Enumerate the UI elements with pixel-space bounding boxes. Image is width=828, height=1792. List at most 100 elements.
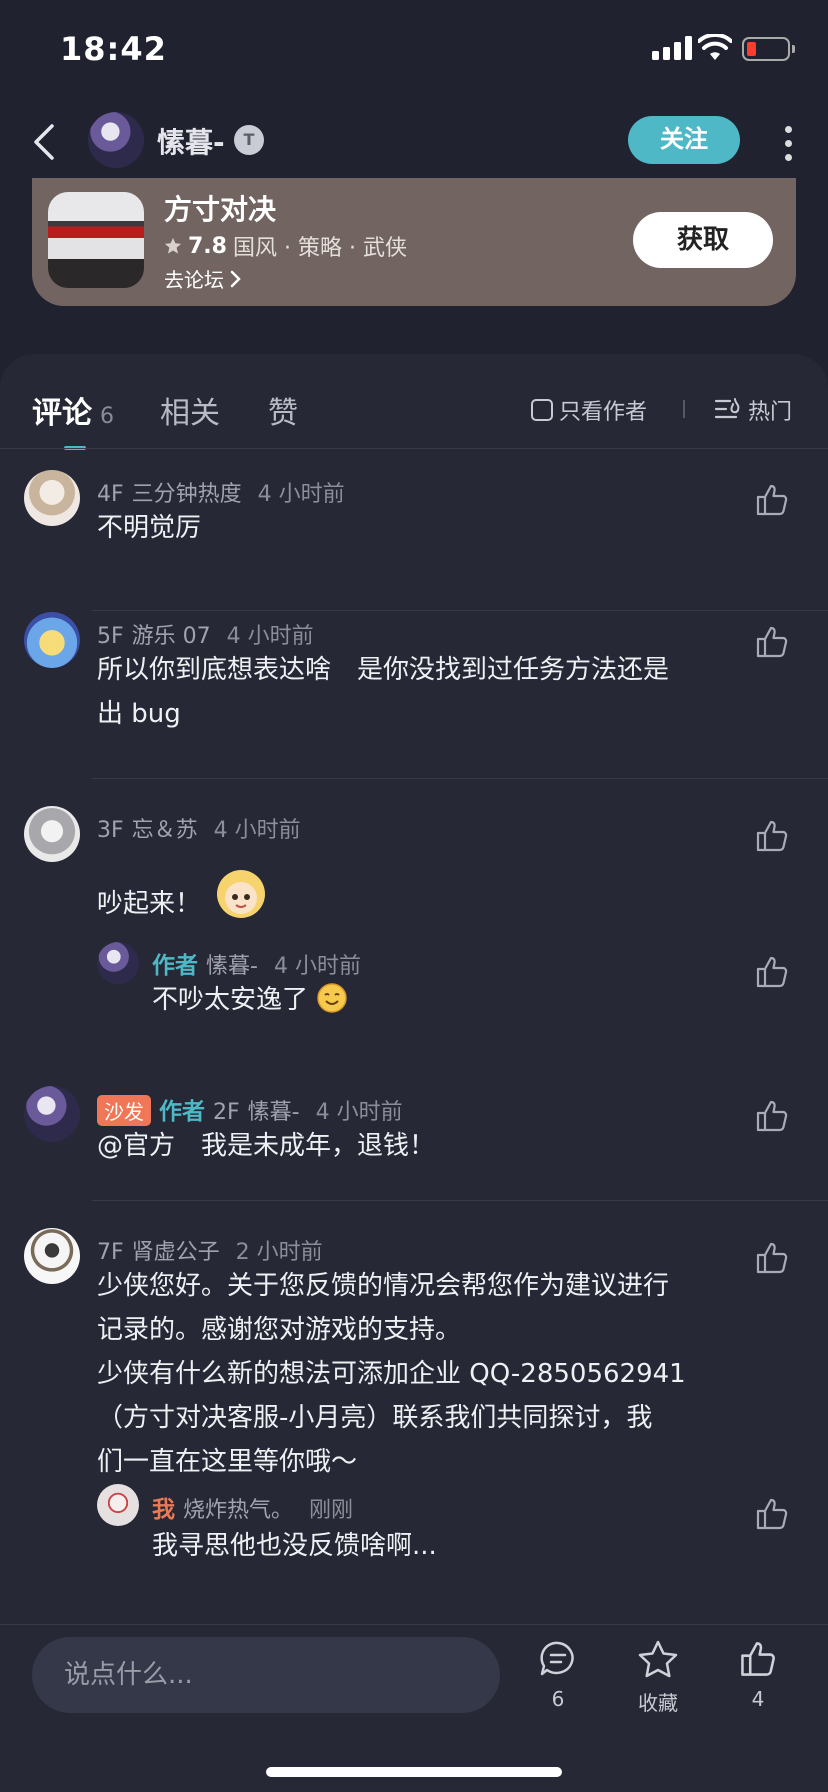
comment-bubble-icon — [540, 1641, 574, 1676]
comment-text-line: 少侠您好。关于您反馈的情况会帮您作为建议进行 — [97, 1271, 670, 1301]
like-icon[interactable] — [754, 954, 790, 990]
author-avatar[interactable] — [88, 112, 144, 168]
comment-text: 所以你到底想表达啥 是你没找到过任务方法还是 出 bug — [97, 648, 669, 736]
post-header: 愫暮- T 关注 — [0, 100, 828, 182]
comment-text-line: 出 bug — [97, 699, 181, 729]
follow-button[interactable]: 关注 — [628, 116, 740, 164]
comment-header: 7F 肾虚公子 2 小时前 — [97, 1234, 323, 1266]
reply-user[interactable]: 愫暮- — [206, 954, 258, 979]
commenter-avatar[interactable] — [24, 612, 80, 668]
comment-text: @官方 我是未成年，退钱！ — [97, 1131, 436, 1161]
reply-text: 我寻思他也没反馈啥啊... — [152, 1531, 437, 1561]
like-post-button[interactable]: 4 — [718, 1639, 798, 1711]
commenter-avatar[interactable] — [24, 1228, 80, 1284]
smile-emoji-icon — [317, 983, 348, 1013]
sofa-badge: 沙发 — [97, 1095, 151, 1126]
tab-comments[interactable]: 评论 6 — [32, 388, 114, 432]
reply-user[interactable]: 烧炸热气。 — [183, 1498, 293, 1523]
like-icon[interactable] — [754, 482, 790, 518]
reply-avatar[interactable] — [97, 942, 139, 984]
checkbox-icon[interactable] — [531, 399, 553, 421]
game-meta: 7.8 国风 · 策略 · 武侠 — [164, 230, 407, 262]
sort-hot-button[interactable]: 热门 — [714, 394, 792, 426]
reply-avatar[interactable] — [97, 1484, 139, 1526]
chevron-right-icon — [230, 270, 241, 287]
reply-time: 刚刚 — [309, 1498, 354, 1523]
comment-time: 4 小时前 — [213, 818, 301, 843]
only-author-toggle[interactable]: 只看作者 — [531, 394, 647, 426]
level-badge-icon: T — [234, 125, 264, 155]
like-icon[interactable] — [754, 624, 790, 660]
comment-divider — [92, 778, 828, 779]
comments-panel: 评论 6 相关 赞 只看作者 热门 4F 三分钟热度 4 小时前 不明觉厉 5F… — [0, 354, 828, 1624]
comment-text-line: （方寸对决客服-小月亮）联系我们共同探讨，我 — [97, 1403, 653, 1433]
comment-time: 4 小时前 — [257, 482, 345, 507]
sticker-icon — [217, 870, 265, 918]
reply-header: 我烧炸热气。 刚刚 — [152, 1490, 353, 1524]
commenter-avatar[interactable] — [24, 470, 80, 526]
comment-header: 3F 忘＆苏 4 小时前 — [97, 812, 301, 844]
reply-text-content: 不吵太安逸了 — [152, 985, 309, 1015]
floor-number: 3F — [97, 818, 124, 843]
commenter-avatar[interactable] — [24, 806, 80, 862]
status-time: 18:42 — [60, 30, 167, 68]
commenter-avatar[interactable] — [24, 1086, 80, 1142]
game-tags: 国风 · 策略 · 武侠 — [232, 236, 407, 261]
comment-text-line: 们一直在这里等你哦～ — [97, 1447, 358, 1477]
game-card[interactable]: 方寸对决 7.8 国风 · 策略 · 武侠 去论坛 获取 — [32, 178, 796, 306]
me-tag: 我 — [152, 1497, 175, 1523]
more-options-icon[interactable] — [778, 122, 798, 162]
comment-text-line: 所以你到底想表达啥 是你没找到过任务方法还是 — [97, 655, 670, 685]
author-name[interactable]: 愫暮- — [157, 121, 225, 161]
comment-header: 4F 三分钟热度 4 小时前 — [97, 476, 345, 508]
back-icon[interactable] — [28, 120, 68, 164]
comment-text: 不明觉厉 — [97, 513, 202, 543]
get-game-button[interactable]: 获取 — [633, 212, 773, 268]
comment-time: 4 小时前 — [315, 1100, 403, 1125]
tab-related[interactable]: 相关 — [160, 388, 220, 432]
like-icon[interactable] — [754, 1496, 790, 1532]
floor-number: 2F — [213, 1100, 240, 1125]
star-icon — [164, 237, 182, 254]
reply-header: 作者 愫暮- 4 小时前 — [152, 946, 361, 980]
status-bar: 18:42 — [0, 0, 828, 100]
battery-icon — [742, 37, 795, 61]
comment-header: 沙发 作者 2F 愫暮- 4 小时前 — [97, 1092, 403, 1126]
commenter-name[interactable]: 忘＆苏 — [132, 818, 198, 843]
forum-link[interactable]: 去论坛 — [164, 264, 242, 293]
floor-number: 4F — [97, 482, 124, 507]
comment-header: 5F 游乐 07 4 小时前 — [97, 618, 314, 650]
game-score: 7.8 — [188, 233, 227, 259]
favorite-button[interactable]: 收藏 — [618, 1639, 698, 1716]
like-icon[interactable] — [754, 1098, 790, 1134]
floor-number: 7F — [97, 1240, 124, 1265]
comment-text: 少侠您好。关于您反馈的情况会帮您作为建议进行 记录的。感谢您对游戏的支持。 少侠… — [97, 1264, 686, 1484]
commenter-name[interactable]: 游乐 07 — [132, 624, 211, 649]
like-count: 4 — [751, 1687, 765, 1711]
commenter-name[interactable]: 三分钟热度 — [132, 482, 242, 507]
forum-link-label: 去论坛 — [164, 268, 224, 292]
floor-number: 5F — [97, 624, 124, 649]
favorite-label: 收藏 — [638, 1691, 678, 1715]
signal-icon — [652, 36, 692, 60]
like-icon[interactable] — [754, 1240, 790, 1276]
commenter-name[interactable]: 肾虚公子 — [132, 1240, 220, 1265]
thumbs-up-icon — [741, 1642, 775, 1676]
game-name: 方寸对决 — [164, 193, 277, 226]
wifi-icon — [698, 34, 732, 60]
comment-divider — [92, 610, 828, 611]
author-tag: 作者 — [152, 953, 198, 979]
tab-likes[interactable]: 赞 — [268, 388, 298, 432]
commenter-name[interactable]: 愫暮- — [248, 1100, 300, 1125]
comments-count-button[interactable]: 6 — [518, 1639, 598, 1711]
comment-time: 2 小时前 — [235, 1240, 323, 1265]
comment-divider — [92, 1200, 828, 1201]
only-author-label: 只看作者 — [559, 400, 648, 425]
sort-icon — [714, 398, 740, 419]
comment-input[interactable]: 说点什么... — [32, 1637, 500, 1713]
bottom-bar: 说点什么... 6 收藏 4 — [0, 1624, 828, 1792]
tab-comments-count: 6 — [100, 404, 114, 429]
home-indicator — [266, 1767, 562, 1777]
like-icon[interactable] — [754, 818, 790, 854]
tabs-divider — [0, 448, 828, 449]
